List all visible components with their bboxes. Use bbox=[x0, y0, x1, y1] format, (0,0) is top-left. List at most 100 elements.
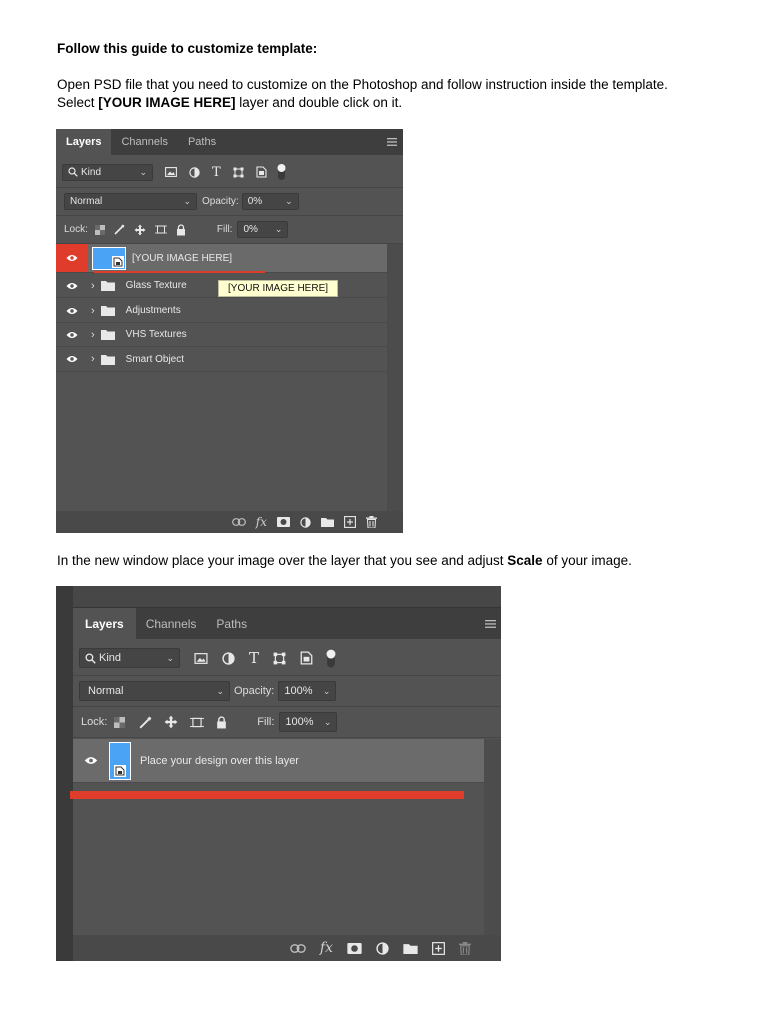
lock-artboard-icon[interactable] bbox=[190, 716, 205, 729]
chevron-down-icon: ⌄ bbox=[183, 196, 191, 206]
adjustment-layer-filter-icon[interactable] bbox=[222, 651, 235, 665]
layer-row-adjustments[interactable]: › Adjustments bbox=[56, 299, 387, 323]
folder-icon bbox=[100, 305, 115, 316]
link-layers-icon[interactable] bbox=[231, 518, 246, 526]
lock-image-pixels-icon[interactable] bbox=[139, 716, 152, 729]
folder-icon bbox=[100, 354, 115, 365]
layer-row-smart-object[interactable]: › Smart Object bbox=[56, 347, 387, 372]
lock-artboard-icon[interactable] bbox=[154, 224, 167, 235]
eye-icon[interactable] bbox=[56, 282, 87, 290]
highlight-underline bbox=[94, 271, 265, 273]
smart-object-badge-icon bbox=[114, 764, 126, 777]
new-group-folder-icon[interactable] bbox=[321, 517, 334, 527]
link-layers-icon[interactable] bbox=[290, 943, 306, 953]
blend-mode-select[interactable]: Normal ⌄ bbox=[79, 681, 230, 701]
layer-style-fx-icon[interactable]: fx bbox=[320, 940, 333, 956]
fill-value: 0% bbox=[243, 224, 258, 235]
smart-object-filter-icon[interactable] bbox=[256, 166, 267, 178]
chevron-right-icon[interactable]: › bbox=[91, 305, 95, 317]
eye-icon[interactable] bbox=[56, 355, 87, 363]
eye-icon[interactable] bbox=[56, 331, 87, 339]
folder-icon bbox=[100, 329, 115, 340]
window-left-strip bbox=[56, 586, 73, 961]
filter-kind-select[interactable]: Kind ⌄ bbox=[62, 163, 153, 181]
chevron-down-icon: ⌄ bbox=[322, 685, 331, 696]
chevron-down-icon: ⌄ bbox=[285, 196, 293, 206]
fill-label: Fill: bbox=[257, 716, 275, 728]
chevron-right-icon[interactable]: › bbox=[91, 329, 95, 341]
new-layer-icon[interactable] bbox=[432, 941, 445, 955]
new-adjustment-layer-icon[interactable] bbox=[300, 516, 311, 528]
filter-toggle-switch[interactable] bbox=[277, 163, 286, 181]
eye-icon[interactable] bbox=[56, 307, 87, 315]
tab-layers[interactable]: Layers bbox=[73, 608, 136, 639]
blend-mode-value: Normal bbox=[70, 196, 103, 207]
panel-menu-icon[interactable] bbox=[485, 619, 496, 628]
pixel-layer-filter-icon[interactable] bbox=[165, 167, 177, 177]
filter-kind-select[interactable]: Kind ⌄ bbox=[79, 648, 180, 668]
lock-position-icon[interactable] bbox=[134, 224, 146, 236]
adjustment-layer-filter-icon[interactable] bbox=[189, 166, 200, 178]
lock-all-icon[interactable] bbox=[176, 223, 186, 236]
tab-layers[interactable]: Layers bbox=[56, 129, 112, 155]
tab-channels[interactable]: Channels bbox=[136, 608, 207, 639]
lock-row: Lock: Fill: 0% ⌄ bbox=[56, 216, 403, 244]
pixel-layer-filter-icon[interactable] bbox=[194, 652, 208, 664]
blend-mode-select[interactable]: Normal ⌄ bbox=[64, 193, 197, 210]
lock-transparent-pixels-icon[interactable] bbox=[114, 716, 126, 728]
lock-label: Lock: bbox=[64, 224, 88, 235]
delete-layer-icon[interactable] bbox=[459, 941, 471, 955]
new-layer-icon[interactable] bbox=[344, 516, 356, 528]
opacity-label: Opacity: bbox=[202, 196, 239, 207]
layers-panel-screenshot-1: Layers Channels Paths Kind ⌄ T Normal ⌄ … bbox=[56, 129, 403, 533]
tab-paths[interactable]: Paths bbox=[178, 129, 226, 155]
add-mask-icon[interactable] bbox=[347, 942, 362, 954]
chevron-right-icon[interactable]: › bbox=[91, 353, 95, 365]
opacity-label: Opacity: bbox=[234, 685, 275, 697]
opacity-value: 100% bbox=[284, 685, 313, 697]
layer-row-your-image-here[interactable]: [YOUR IMAGE HERE] bbox=[56, 244, 387, 273]
layer-tooltip: [YOUR IMAGE HERE] bbox=[218, 280, 339, 297]
layer-name: [YOUR IMAGE HERE] bbox=[132, 252, 233, 264]
opacity-field[interactable]: 0% ⌄ bbox=[241, 193, 299, 210]
folder-icon bbox=[100, 280, 115, 291]
layer-visibility-toggle[interactable] bbox=[56, 244, 87, 272]
shape-layer-filter-icon[interactable] bbox=[273, 652, 286, 665]
new-adjustment-layer-icon[interactable] bbox=[376, 941, 389, 955]
opacity-field[interactable]: 100% ⌄ bbox=[278, 681, 337, 701]
filter-row: Kind ⌄ T bbox=[56, 157, 403, 188]
layer-style-fx-icon[interactable]: fx bbox=[256, 515, 267, 529]
smart-object-badge-icon bbox=[112, 255, 124, 268]
layer-thumbnail bbox=[109, 741, 131, 780]
new-group-folder-icon[interactable] bbox=[403, 943, 418, 954]
lock-position-icon[interactable] bbox=[164, 715, 178, 729]
layers-scrollbar[interactable] bbox=[484, 739, 501, 938]
smart-object-filter-icon[interactable] bbox=[300, 651, 313, 665]
chevron-down-icon: ⌄ bbox=[216, 685, 224, 696]
opacity-value: 0% bbox=[247, 196, 263, 207]
add-mask-icon[interactable] bbox=[277, 517, 290, 527]
type-layer-filter-icon[interactable]: T bbox=[212, 165, 221, 180]
eye-icon[interactable] bbox=[73, 756, 109, 765]
layers-scrollbar[interactable] bbox=[387, 244, 403, 511]
lock-transparent-pixels-icon[interactable] bbox=[94, 224, 105, 235]
fill-label: Fill: bbox=[216, 224, 233, 235]
layer-thumbnail bbox=[92, 246, 126, 270]
delete-layer-icon[interactable] bbox=[366, 516, 377, 528]
layer-row-place-your-design[interactable]: Place your design over this layer bbox=[73, 739, 484, 783]
fill-field[interactable]: 0% ⌄ bbox=[237, 221, 289, 238]
layer-row-vhs-textures[interactable]: › VHS Textures bbox=[56, 323, 387, 347]
highlight-red-bar bbox=[70, 791, 464, 799]
panel-menu-icon[interactable] bbox=[387, 138, 397, 146]
fill-field[interactable]: 100% ⌄ bbox=[279, 712, 338, 732]
tab-channels[interactable]: Channels bbox=[111, 129, 177, 155]
lock-all-icon[interactable] bbox=[216, 715, 227, 729]
blend-row: Normal ⌄ Opacity: 100% ⌄ bbox=[73, 676, 501, 707]
shape-layer-filter-icon[interactable] bbox=[233, 167, 244, 178]
chevron-right-icon[interactable]: › bbox=[91, 280, 95, 292]
lock-image-pixels-icon[interactable] bbox=[114, 224, 125, 235]
type-layer-filter-icon[interactable]: T bbox=[249, 649, 259, 667]
filter-toggle-switch[interactable] bbox=[326, 648, 336, 669]
chevron-down-icon: ⌄ bbox=[323, 716, 332, 727]
tab-paths[interactable]: Paths bbox=[206, 608, 257, 639]
